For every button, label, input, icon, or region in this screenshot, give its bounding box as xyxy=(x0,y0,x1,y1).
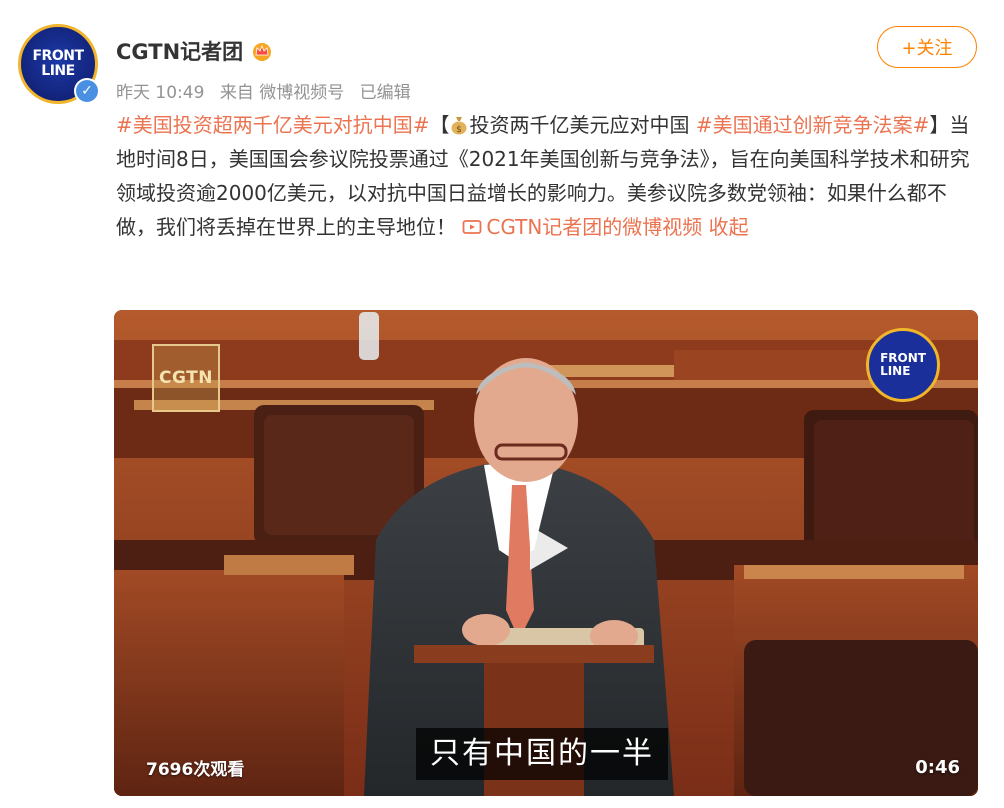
video-subtitle: 只有中国的一半 xyxy=(416,728,668,780)
bracket-open: 【 xyxy=(429,113,450,137)
username-row: CGTN记者团 xyxy=(116,36,273,66)
hashtag-law[interactable]: #美国通过创新竞争法案# xyxy=(696,113,930,137)
post-time[interactable]: 昨天 10:49 xyxy=(116,83,204,103)
avatar[interactable]: FRONT LINE ✓ xyxy=(18,24,100,104)
username[interactable]: CGTN记者团 xyxy=(116,36,243,66)
edited-label[interactable]: 已编辑 xyxy=(360,83,411,103)
hashtag-invest[interactable]: #美国投资超两千亿美元对抗中国# xyxy=(116,113,430,137)
frontline-logo-text-2: LINE xyxy=(880,364,911,378)
video-source-label[interactable]: CGTN记者团的微博视频 xyxy=(486,215,702,239)
verified-check-icon: ✓ xyxy=(76,80,98,102)
follow-button[interactable]: +关注 xyxy=(877,26,977,68)
cgtn-channel-logo: CGTN xyxy=(152,344,220,412)
svg-text:$: $ xyxy=(456,125,462,135)
post-meta: 昨天 10:49 来自 微博视频号 已编辑 xyxy=(116,78,421,103)
money-bag-icon: $ xyxy=(451,117,467,135)
verified-badge: ✓ xyxy=(74,78,100,104)
post-text: #美国投资超两千亿美元对抗中国#【 $ 投资两千亿美元应对中国 #美国通过创新竞争法… xyxy=(116,108,982,244)
video-duration: 0:46 xyxy=(915,757,960,778)
video-player[interactable]: CGTN FRONT LINE 只有中国的一半 7696次观看 0:46 xyxy=(114,310,978,796)
avatar-logo-text-1: FRONT xyxy=(32,48,84,64)
frontline-logo: FRONT LINE xyxy=(866,328,940,402)
video-source-link[interactable]: CGTN记者团的微博视频 xyxy=(462,215,702,239)
bracket-title: 投资两千亿美元应对中国 xyxy=(469,113,690,137)
crown-icon[interactable] xyxy=(251,41,273,61)
post-source[interactable]: 来自 微博视频号 xyxy=(220,83,344,103)
video-link-icon xyxy=(462,220,482,234)
play-icon[interactable] xyxy=(516,518,576,578)
collapse-link[interactable]: 收起 xyxy=(709,215,749,239)
view-count: 7696次观看 xyxy=(146,760,245,780)
avatar-logo-text-2: LINE xyxy=(41,63,75,79)
